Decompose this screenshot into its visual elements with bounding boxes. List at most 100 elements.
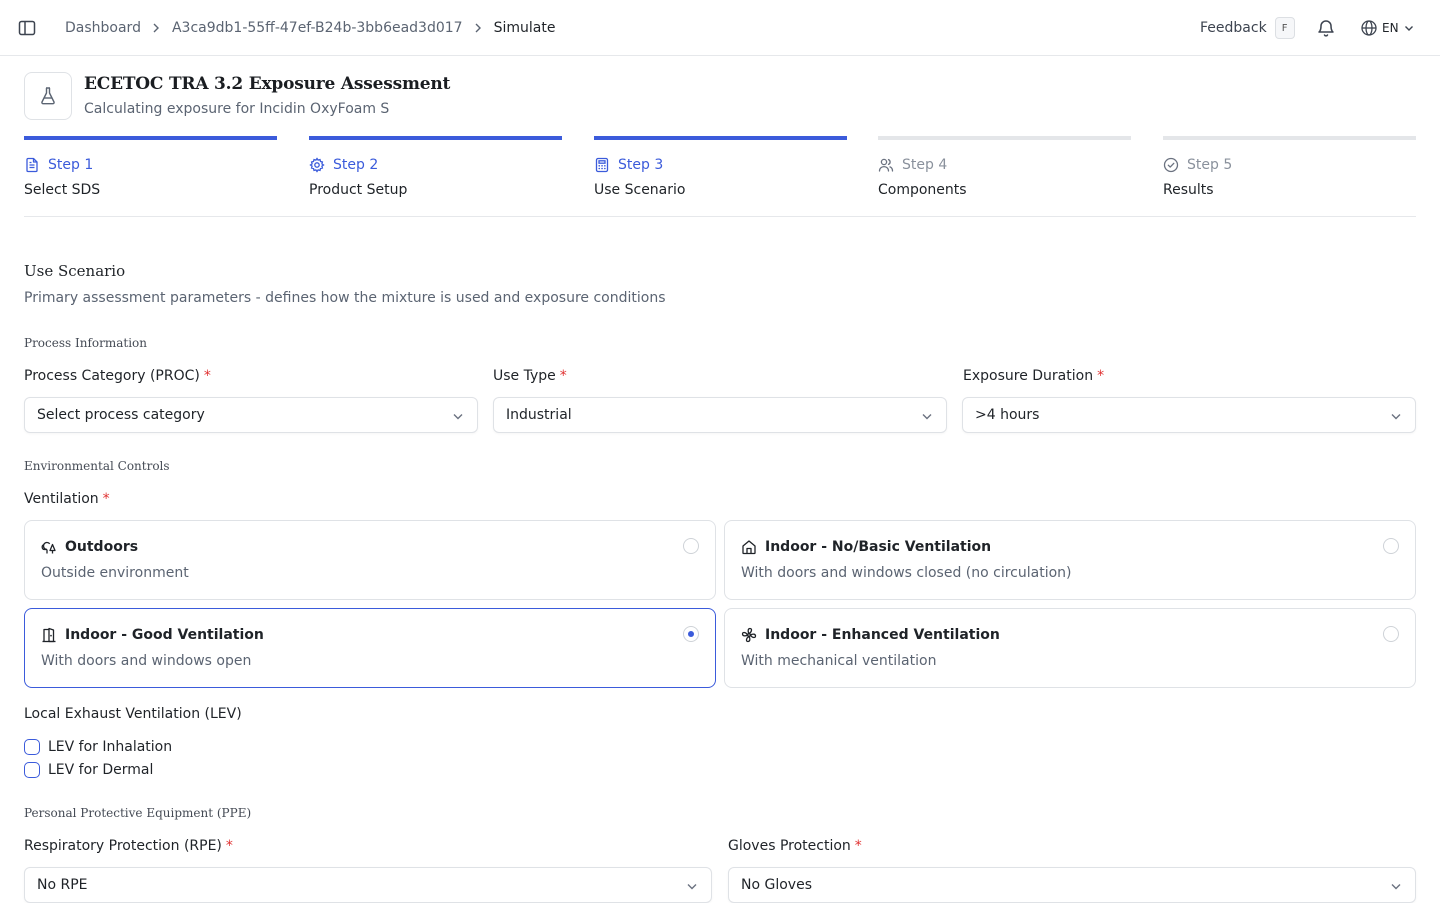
- chevron-down-icon: [922, 414, 932, 420]
- ventilation-option-description: With doors and windows closed (no circul…: [741, 565, 1072, 581]
- required-marker: *: [102, 491, 110, 507]
- proc-select-value: Select process category: [37, 407, 205, 423]
- lev-inhalation-option[interactable]: LEV for Inhalation: [24, 739, 172, 755]
- users-icon: [878, 158, 894, 172]
- step-select-sds[interactable]: Step 1 Select SDS: [24, 136, 277, 216]
- step-number: Step 2: [333, 157, 379, 173]
- chevron-down-icon: [1391, 884, 1401, 890]
- ventilation-option-title: Indoor - No/Basic Ventilation: [765, 539, 992, 555]
- lev-inhalation-checkbox[interactable]: [24, 739, 40, 755]
- ventilation-option-outdoors[interactable]: Outdoors Outside environment: [24, 520, 716, 600]
- step-components[interactable]: Step 4 Components: [878, 136, 1131, 216]
- step-name: Select SDS: [24, 182, 101, 198]
- step-progress-bar: [878, 136, 1131, 140]
- gloves-select[interactable]: No Gloves: [728, 867, 1416, 903]
- flask-icon: [24, 72, 72, 120]
- rpe-select[interactable]: No RPE: [24, 867, 712, 903]
- chevron-down-icon: [687, 884, 697, 890]
- gloves-select-value: No Gloves: [741, 877, 812, 893]
- stepper: Step 1 Select SDS Step 2 Product Setup S…: [24, 136, 1416, 217]
- ventilation-radio[interactable]: [1383, 626, 1399, 642]
- ventilation-option-description: With doors and windows open: [41, 653, 252, 669]
- trees-icon: [41, 541, 56, 554]
- ventilation-radio[interactable]: [683, 538, 699, 554]
- lev-label: Local Exhaust Ventilation (LEV): [24, 706, 242, 722]
- step-number: Step 3: [618, 157, 664, 173]
- language-label: EN: [1382, 21, 1399, 35]
- proc-select[interactable]: Select process category: [24, 397, 478, 433]
- chevron-down-icon: [453, 414, 463, 420]
- required-marker: *: [225, 838, 233, 854]
- exposure-duration-label: Exposure Duration *: [963, 368, 1105, 384]
- chevron-down-icon: [1391, 414, 1401, 420]
- lev-dermal-label: LEV for Dermal: [48, 762, 154, 778]
- step-name: Product Setup: [309, 182, 408, 198]
- chevron-right-icon: [141, 22, 172, 34]
- globe-icon: [1361, 20, 1377, 36]
- chevron-down-icon: [1404, 26, 1413, 31]
- step-product-setup[interactable]: Step 2 Product Setup: [309, 136, 562, 216]
- home-icon: [742, 540, 756, 555]
- ventilation-option-title: Indoor - Enhanced Ventilation: [765, 627, 1000, 643]
- group-label-environmental-controls: Environmental Controls: [24, 459, 170, 473]
- required-marker: *: [559, 368, 567, 384]
- step-number: Step 4: [902, 157, 948, 173]
- ventilation-option-description: With mechanical ventilation: [741, 653, 937, 669]
- rpe-select-value: No RPE: [37, 877, 88, 893]
- file-text-icon: [26, 157, 38, 173]
- use-type-select[interactable]: Industrial: [493, 397, 947, 433]
- breadcrumb: Dashboard A3ca9db1-55ff-47ef-B24b-3bb6ea…: [65, 0, 555, 56]
- breadcrumb-dashboard[interactable]: Dashboard: [65, 20, 141, 36]
- group-label-ppe: Personal Protective Equipment (PPE): [24, 806, 252, 820]
- ventilation-option-title: Outdoors: [65, 539, 139, 555]
- ventilation-option-indoor-enhanced[interactable]: Indoor - Enhanced Ventilation With mecha…: [724, 608, 1416, 688]
- gloves-label: Gloves Protection *: [728, 838, 862, 854]
- lev-dermal-checkbox[interactable]: [24, 762, 40, 778]
- step-progress-bar: [594, 136, 847, 140]
- feedback-shortcut: F: [1274, 17, 1295, 39]
- proc-label: Process Category (PROC) *: [24, 368, 211, 384]
- sidebar-toggle-icon[interactable]: [17, 18, 37, 38]
- step-results[interactable]: Step 5 Results: [1163, 136, 1416, 216]
- ventilation-radio-selected[interactable]: [683, 626, 699, 642]
- language-selector[interactable]: EN: [1360, 17, 1415, 39]
- required-marker: *: [854, 838, 862, 854]
- breadcrumb-simulate: Simulate: [493, 20, 556, 36]
- ventilation-radio[interactable]: [1383, 538, 1399, 554]
- section-description: Primary assessment parameters - defines …: [24, 290, 666, 306]
- step-progress-bar: [24, 136, 277, 140]
- feedback-label: Feedback: [1200, 20, 1267, 36]
- fan-icon: [741, 627, 757, 643]
- chevron-right-icon: [463, 22, 494, 34]
- step-name: Results: [1163, 182, 1214, 198]
- required-marker: *: [1097, 368, 1105, 384]
- page-subtitle: Calculating exposure for Incidin OxyFoam…: [84, 101, 390, 117]
- ventilation-option-description: Outside environment: [41, 565, 189, 581]
- page-title: ECETOC TRA 3.2 Exposure Assessment: [84, 74, 451, 94]
- door-open-icon: [42, 627, 56, 643]
- lev-inhalation-label: LEV for Inhalation: [48, 739, 173, 755]
- step-use-scenario[interactable]: Step 3 Use Scenario: [594, 136, 847, 216]
- ventilation-label: Ventilation *: [24, 491, 110, 507]
- calculator-icon: [595, 157, 609, 173]
- step-name: Components: [878, 182, 967, 198]
- exposure-duration-select[interactable]: >4 hours: [962, 397, 1416, 433]
- group-label-process-information: Process Information: [24, 336, 148, 350]
- ventilation-option-indoor-basic[interactable]: Indoor - No/Basic Ventilation With doors…: [724, 520, 1416, 600]
- use-type-label: Use Type *: [493, 368, 567, 384]
- step-progress-bar: [309, 136, 562, 140]
- top-bar: Dashboard A3ca9db1-55ff-47ef-B24b-3bb6ea…: [0, 0, 1440, 56]
- feedback-button[interactable]: Feedback F: [1200, 16, 1295, 40]
- gear-icon: [309, 157, 325, 173]
- lev-dermal-option[interactable]: LEV for Dermal: [24, 762, 153, 778]
- required-marker: *: [203, 368, 211, 384]
- rpe-label: Respiratory Protection (RPE) *: [24, 838, 233, 854]
- step-number: Step 1: [48, 157, 94, 173]
- breadcrumb-assessment-id[interactable]: A3ca9db1-55ff-47ef-B24b-3bb6ead3d017: [172, 20, 463, 36]
- exposure-duration-select-value: >4 hours: [975, 407, 1040, 423]
- bell-icon[interactable]: [1316, 18, 1336, 38]
- section-title: Use Scenario: [24, 262, 126, 280]
- ventilation-option-indoor-good[interactable]: Indoor - Good Ventilation With doors and…: [24, 608, 716, 688]
- step-progress-bar: [1163, 136, 1416, 140]
- step-number: Step 5: [1187, 157, 1233, 173]
